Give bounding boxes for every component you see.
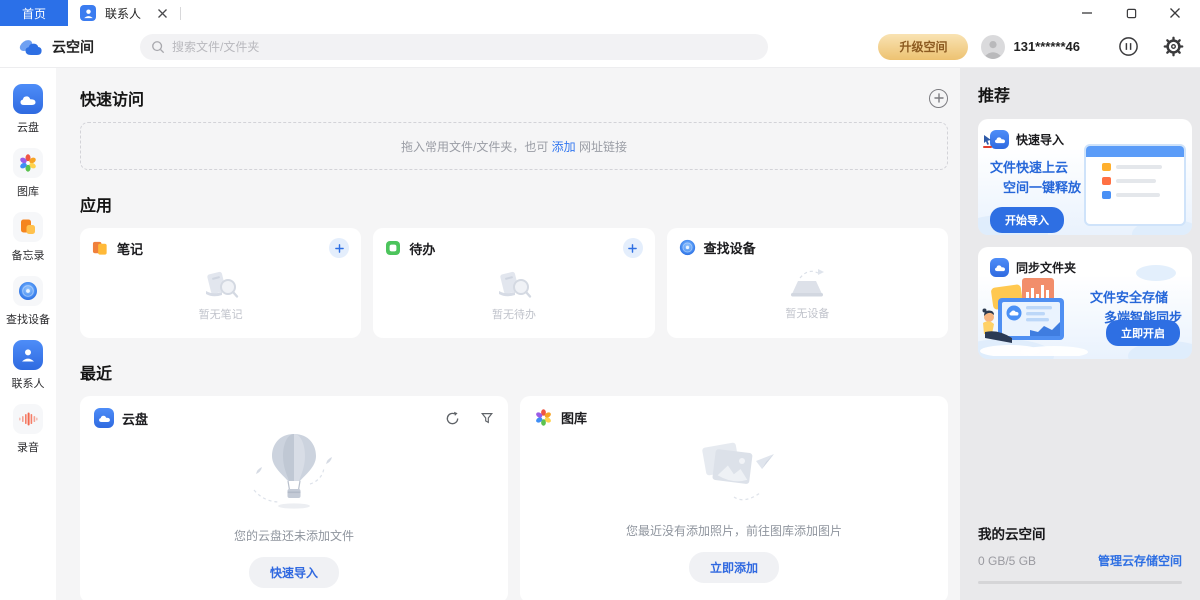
app-card-todo[interactable]: 待办 暂无待办	[373, 228, 654, 338]
window-tab-bar: 首页 联系人	[0, 0, 1200, 26]
account-id: 131******46	[1013, 39, 1080, 54]
app-card-notes[interactable]: 笔记 暂无笔记	[80, 228, 361, 338]
promo1-line1: 文件快速上云	[990, 158, 1180, 178]
sidebar-item-cloud-drive[interactable]: 云盘	[13, 84, 43, 135]
recommend-panel: 推荐 快速导入 文件快速上云 空间一键释放 开始导入	[960, 68, 1200, 600]
empty-todo-illustration	[493, 265, 535, 303]
parallel-view-icon[interactable]	[1118, 36, 1139, 57]
gallery-card-icon	[534, 408, 553, 427]
start-import-button[interactable]: 开始导入	[990, 207, 1064, 233]
window-controls	[1080, 6, 1200, 20]
app-name: 云空间	[52, 37, 94, 57]
app-logo: 云空间	[18, 37, 140, 57]
search-bar[interactable]	[140, 34, 768, 60]
app-card-find-device[interactable]: 查找设备 暂无设备	[667, 228, 948, 338]
storage-usage: 0 GB/5 GB	[978, 554, 1036, 568]
quick-access-title: 快速访问	[80, 86, 144, 110]
close-window-icon[interactable]	[1168, 6, 1182, 20]
storage-summary: 我的云空间 0 GB/5 GB 管理云存储空间	[978, 523, 1192, 584]
gear-icon[interactable]	[1163, 36, 1184, 57]
todo-icon	[385, 240, 401, 256]
refresh-icon[interactable]	[445, 411, 460, 426]
dropzone-text-prefix: 拖入常用文件/文件夹，也可	[401, 138, 552, 155]
app-header: 云空间 升级空间 131******46	[0, 26, 1200, 68]
apps-grid: 笔记 暂无笔记	[80, 228, 948, 338]
promo-card-sync-folder[interactable]: 同步文件夹 文件安全存储 多端智能同步 立即开启	[978, 247, 1192, 359]
add-todo-button[interactable]	[623, 238, 643, 258]
account-info[interactable]: 131******46	[981, 35, 1080, 59]
empty-device-illustration	[784, 264, 830, 302]
add-quick-access-icon[interactable]	[929, 89, 948, 108]
sidebar-item-find-device[interactable]: 查找设备	[6, 276, 50, 327]
apps-title: 应用	[80, 192, 112, 216]
storage-progress-bar	[978, 581, 1182, 584]
tab-contacts-label: 联系人	[105, 5, 141, 22]
empty-todo-text: 暂无待办	[492, 306, 536, 322]
sidebar: 云盘 图库 备忘录	[0, 68, 56, 600]
cloud-logo-icon	[18, 38, 44, 56]
recent-title: 最近	[80, 360, 112, 384]
cloud-drive-card-icon	[94, 408, 114, 428]
promo2-line1: 文件安全存储	[1090, 288, 1182, 308]
promo1-label: 快速导入	[1016, 131, 1064, 148]
manage-storage-link[interactable]: 管理云存储空间	[1098, 552, 1182, 569]
maximize-icon[interactable]	[1124, 6, 1138, 20]
photos-illustration	[674, 435, 794, 515]
add-note-button[interactable]	[329, 238, 349, 258]
cloud-drive-icon	[13, 84, 43, 114]
header-icons	[1118, 36, 1184, 57]
find-device-icon	[13, 276, 43, 306]
search-icon	[151, 40, 165, 54]
recent-card-cloud-drive[interactable]: 云盘	[80, 396, 508, 600]
promo-card-quick-import[interactable]: 快速导入 文件快速上云 空间一键释放 开始导入	[978, 119, 1192, 235]
add-photos-button[interactable]: 立即添加	[689, 552, 779, 583]
sidebar-item-memo[interactable]: 备忘录	[12, 212, 45, 263]
quick-access-dropzone[interactable]: 拖入常用文件/文件夹，也可 添加 网址链接	[80, 122, 948, 170]
sidebar-item-recorder[interactable]: 录音	[13, 404, 43, 455]
upgrade-space-button[interactable]: 升级空间	[878, 34, 968, 60]
balloon-illustration	[234, 432, 354, 520]
recommend-title: 推荐	[978, 82, 1192, 106]
tab-divider	[180, 7, 181, 20]
empty-device-text: 暂无设备	[785, 305, 829, 321]
gallery-icon	[13, 148, 43, 178]
enable-sync-button[interactable]: 立即开启	[1106, 320, 1180, 346]
dropzone-add-link[interactable]: 添加	[552, 138, 576, 155]
main-content: 快速访问 拖入常用文件/文件夹，也可 添加 网址链接 应用 笔记	[56, 68, 960, 600]
cursor-illustration	[983, 135, 993, 148]
sync-folder-icon	[990, 258, 1009, 277]
memo-icon	[13, 212, 43, 242]
sidebar-item-gallery[interactable]: 图库	[13, 148, 43, 199]
gallery-empty-text: 您最近没有添加照片，前往图库添加图片	[626, 522, 842, 539]
tab-close-icon[interactable]	[157, 8, 168, 19]
promo2-label: 同步文件夹	[1016, 259, 1076, 276]
minimize-icon[interactable]	[1080, 6, 1094, 20]
dropzone-text-suffix: 网址链接	[576, 138, 627, 155]
find-device-card-icon	[679, 239, 696, 256]
promo1-line2: 空间一键释放	[990, 178, 1180, 198]
quick-import-button[interactable]: 快速导入	[249, 557, 339, 588]
contacts-tab-icon	[80, 5, 96, 21]
empty-notes-illustration	[200, 265, 242, 303]
sidebar-item-contacts[interactable]: 联系人	[12, 340, 45, 391]
storage-title: 我的云空间	[978, 523, 1182, 543]
contacts-icon	[13, 340, 43, 370]
recent-grid: 云盘	[80, 396, 948, 600]
cloud-drive-empty-text: 您的云盘还未添加文件	[234, 527, 354, 544]
filter-icon[interactable]	[480, 411, 494, 425]
tab-home[interactable]: 首页	[0, 0, 68, 26]
recorder-icon	[13, 404, 43, 434]
avatar	[981, 35, 1005, 59]
recent-card-gallery[interactable]: 图库 您最近没有添加照片，前往图库添加	[520, 396, 948, 600]
tab-home-label: 首页	[22, 5, 46, 22]
empty-notes-text: 暂无笔记	[199, 306, 243, 322]
search-input[interactable]	[172, 40, 757, 54]
notes-icon	[92, 240, 109, 256]
tab-contacts[interactable]: 联系人	[68, 5, 168, 22]
sync-illustration	[978, 272, 1094, 359]
